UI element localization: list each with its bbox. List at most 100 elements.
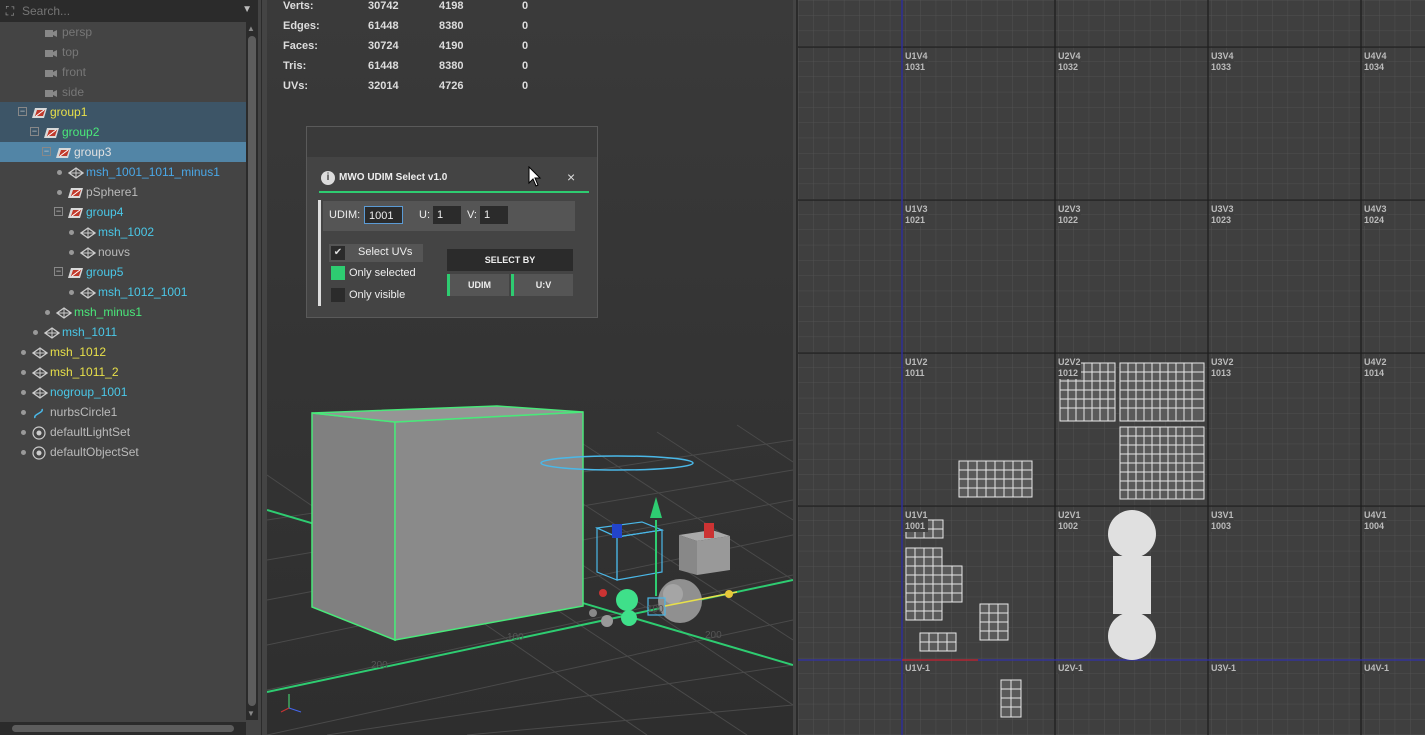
outliner-item-label: top	[62, 45, 79, 59]
udim-button[interactable]: UDIM	[447, 274, 509, 296]
uv-tile-label: U4V2 1014	[1364, 357, 1387, 379]
group-icon	[44, 126, 59, 138]
uv-tile-label: U3V1 1003	[1211, 510, 1234, 532]
outliner-item[interactable]: top	[0, 42, 246, 62]
uv-tile-name: U2V2	[1058, 357, 1081, 367]
3d-viewport[interactable]: 200 100 100 200 Verts: 30742 4198 0 Edges: 61…	[267, 0, 793, 735]
outliner-item-label: front	[62, 65, 87, 79]
outliner-item[interactable]: pSphere1	[0, 182, 246, 202]
outliner-item-label: group5	[86, 265, 124, 279]
uv-button[interactable]: U:V	[511, 274, 573, 296]
info-icon[interactable]: i	[321, 171, 335, 185]
outliner-item[interactable]: side	[0, 82, 246, 102]
v-label: V:	[467, 209, 477, 221]
only-selected-checkbox[interactable]	[331, 266, 345, 280]
uv-tile-label: U3V2 1013	[1211, 357, 1234, 379]
select-uvs-checkbox[interactable]: ✔ Select UVs	[329, 244, 423, 262]
hud-value: 8380	[439, 60, 464, 72]
grid-label: 100	[647, 604, 664, 615]
uv-tile-udim: 1021	[905, 215, 926, 225]
collapse-toggle-icon[interactable]: −	[18, 107, 27, 116]
hud-value: 0	[522, 0, 529, 12]
u-field[interactable]: 1	[433, 206, 461, 224]
hud-row: Edges: 61448 8380 0	[283, 20, 543, 40]
outliner-item[interactable]: nouvs	[0, 242, 246, 262]
search-input[interactable]	[22, 2, 240, 20]
set-icon	[32, 426, 46, 440]
vertical-scrollbar[interactable]: ▲ ▼	[246, 22, 258, 720]
check-icon[interactable]: ✔	[331, 246, 345, 260]
outliner-item[interactable]: msh_1001_1011_minus1	[0, 162, 246, 182]
outliner-item-label: group1	[50, 105, 88, 119]
collapse-toggle-icon[interactable]: −	[54, 267, 63, 276]
outliner-item[interactable]: msh_1012	[0, 342, 246, 362]
filter-icon[interactable]: ⛶	[3, 4, 17, 18]
outliner-item[interactable]: nogroup_1001	[0, 382, 246, 402]
uv-tile-udim: 1024	[1364, 215, 1385, 225]
horizontal-scrollbar[interactable]	[0, 722, 246, 735]
outliner-item[interactable]: − group2	[0, 122, 246, 142]
uv-tile-label: U3V4 1033	[1211, 51, 1234, 73]
camera-icon	[44, 66, 58, 78]
outliner-item-label: msh_1011	[62, 325, 118, 339]
hud-row: Faces: 30724 4190 0	[283, 40, 543, 60]
outliner-item[interactable]: persp	[0, 22, 246, 42]
uv-tile-label: U1V4 1031	[905, 51, 928, 73]
collapse-toggle-icon[interactable]: −	[30, 127, 39, 136]
uv-tile-name: U2V3	[1058, 204, 1081, 214]
outliner-item[interactable]: msh_1012_1001	[0, 282, 246, 302]
dialog-titlebar[interactable]	[307, 127, 597, 157]
tree-node-dot	[69, 230, 74, 235]
scroll-down-icon[interactable]: ▼	[247, 709, 255, 718]
uv-tile-name: U3V1	[1211, 510, 1234, 520]
outliner-item[interactable]: − group4	[0, 202, 246, 222]
collapse-toggle-icon[interactable]: −	[54, 207, 63, 216]
uv-editor[interactable]: U1V4 1031 U2V4 1032 U3V4 1033 U4V4 1034 U1V3 1021…	[796, 0, 1425, 735]
outliner-item[interactable]: front	[0, 62, 246, 82]
tree-node-dot	[33, 330, 38, 335]
hud-value: 0	[522, 80, 529, 92]
outliner-item[interactable]: − group5	[0, 262, 246, 282]
close-icon[interactable]: ×	[567, 169, 575, 185]
scrollbar-thumb[interactable]	[12, 725, 234, 732]
outliner-item[interactable]: defaultObjectSet	[0, 442, 246, 462]
outliner-item-label: persp	[62, 25, 93, 39]
section-bar	[318, 200, 321, 306]
mesh-icon	[31, 386, 49, 399]
v-field[interactable]: 1	[480, 206, 508, 224]
outliner-item[interactable]: − group1	[0, 102, 246, 122]
udim-field[interactable]: 1001	[364, 206, 403, 224]
mouse-cursor-icon	[528, 166, 542, 187]
uv-grid	[798, 0, 1425, 735]
camera-icon	[44, 86, 58, 98]
outliner-item[interactable]: msh_minus1	[0, 302, 246, 322]
chevron-down-icon[interactable]: ▼	[242, 4, 252, 15]
outliner-item[interactable]: msh_1002	[0, 222, 246, 242]
only-visible-checkbox[interactable]	[331, 288, 345, 302]
group-icon	[32, 106, 47, 118]
outliner-item[interactable]: msh_1011_2	[0, 362, 246, 382]
uv-tile-label: U2V2 1012	[1058, 357, 1081, 379]
outliner-item[interactable]: defaultLightSet	[0, 422, 246, 442]
scroll-up-icon[interactable]: ▲	[247, 24, 255, 33]
hud-value: 61448	[368, 20, 399, 32]
uv-tile-udim: 1011	[905, 368, 925, 378]
uv-tile-name: U2V1	[1058, 510, 1081, 520]
scrollbar-thumb[interactable]	[248, 36, 256, 706]
hud-value: 0	[522, 40, 529, 52]
collapse-toggle-icon[interactable]: −	[42, 147, 51, 156]
uv-tile-name: U1V2	[905, 357, 928, 367]
uv-tile-label: U4V4 1034	[1364, 51, 1387, 73]
u-label: U:	[419, 209, 430, 221]
outliner-item[interactable]: − group3	[0, 142, 246, 162]
uv-tile-label: U1V1 1001	[905, 510, 928, 532]
udim-label: UDIM:	[329, 209, 361, 221]
dialog-title: MWO UDIM Select v1.0	[339, 172, 448, 183]
hud-row: UVs: 32014 4726 0	[283, 80, 543, 100]
outliner-tree: persp top front side − group1 − group2 − group3 ms…	[0, 22, 246, 712]
outliner-item[interactable]: msh_1011	[0, 322, 246, 342]
group-icon	[68, 186, 83, 198]
outliner-item-label: group3	[74, 145, 112, 159]
outliner-item[interactable]: nurbsCircle1	[0, 402, 246, 422]
set-icon	[32, 446, 46, 460]
